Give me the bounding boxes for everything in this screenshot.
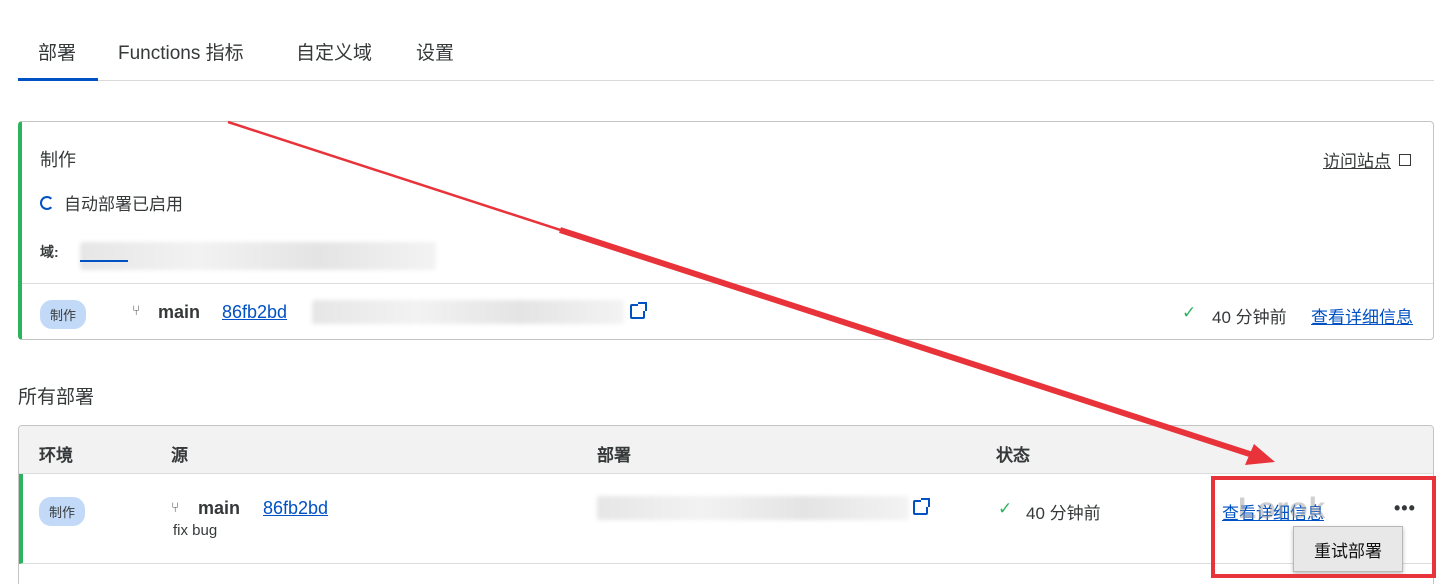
deploy-time: 40 分钟前 <box>1212 308 1287 327</box>
card-divider <box>22 283 1433 284</box>
redacted-deployment-url <box>312 300 624 324</box>
header-deployment: 部署 <box>597 446 631 465</box>
more-options-button[interactable]: ••• <box>1394 498 1416 519</box>
commit-hash-link[interactable]: 86fb2bd <box>222 302 287 323</box>
view-details-link[interactable]: 查看详细信息 <box>1311 303 1413 328</box>
tab-deployments[interactable]: 部署 <box>38 38 76 65</box>
header-status: 状态 <box>996 446 1030 465</box>
tab-custom-domains[interactable]: 自定义域 <box>296 38 372 65</box>
active-tab-indicator <box>18 78 98 81</box>
check-icon: ✓ <box>998 499 1013 518</box>
check-icon: ✓ <box>1182 303 1197 322</box>
external-link-icon <box>1399 153 1411 166</box>
deploy-time: 40 分钟前 <box>1026 504 1101 523</box>
header-env: 环境 <box>39 446 73 465</box>
table-row: 制作 ⑂ main 86fb2bd fix bug ✓ 40 分钟前 查看详细信… <box>19 474 1433 564</box>
production-title: 制作 <box>40 150 76 170</box>
visit-site-link[interactable]: 访问站点 <box>1323 147 1411 172</box>
auto-deploy-label: 自动部署已启用 <box>64 195 183 214</box>
deployments-table: 环境 源 部署 状态 制作 ⑂ main 86fb2bd fix bug ✓ 4… <box>18 425 1434 584</box>
production-deployment-row: 制作 ⑂ main 86fb2bd ✓ 40 分钟前 查看详细信息 <box>40 298 1415 329</box>
visit-site-label: 访问站点 <box>1323 152 1391 171</box>
all-deployments-title: 所有部署 <box>18 387 95 408</box>
redacted-deployment-url <box>597 496 909 520</box>
tab-functions-metrics[interactable]: Functions 指标 <box>118 38 244 65</box>
retry-deployment-button[interactable]: 重试部署 <box>1293 526 1403 572</box>
auto-deploy-status: 自动部署已启用 <box>40 190 183 215</box>
table-header: 环境 源 部署 状态 <box>19 426 1433 474</box>
env-badge: 制作 <box>40 300 87 329</box>
tab-bar: 部署 Functions 指标 自定义域 设置 <box>18 0 1434 81</box>
commit-message: fix bug <box>173 522 218 539</box>
redacted-domain <box>80 242 436 270</box>
commit-hash-link[interactable]: 86fb2bd <box>263 498 328 519</box>
git-branch-icon: ⑂ <box>132 303 141 319</box>
refresh-icon <box>40 195 54 210</box>
domain-label: 域: <box>40 244 59 260</box>
external-link-icon[interactable] <box>630 302 647 319</box>
header-source: 源 <box>171 446 188 465</box>
external-link-icon[interactable] <box>913 498 930 515</box>
env-badge: 制作 <box>39 497 86 526</box>
branch-name: main <box>198 498 241 518</box>
watermark: Lorok <box>1238 492 1327 525</box>
domain-link-underline <box>80 260 128 262</box>
git-branch-icon: ⑂ <box>171 500 180 516</box>
tab-settings[interactable]: 设置 <box>416 38 454 65</box>
production-card: 制作 访问站点 自动部署已启用 域: 制作 ⑂ main 86fb2bd ✓ 4… <box>18 121 1434 340</box>
branch-name: main <box>158 302 201 322</box>
